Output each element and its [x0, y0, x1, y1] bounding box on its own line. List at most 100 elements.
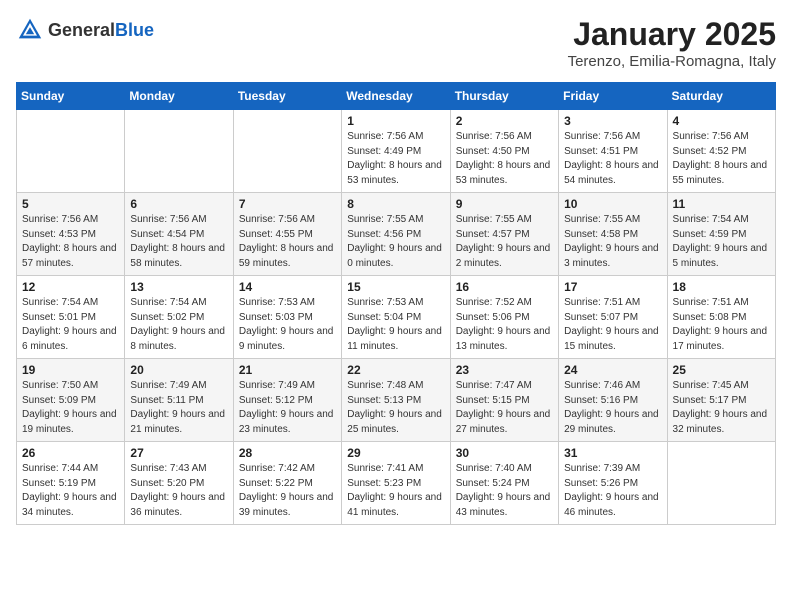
page-header: GeneralBlue January 2025 Terenzo, Emilia…	[16, 16, 776, 70]
calendar-cell: 28 Sunrise: 7:42 AMSunset: 5:22 PMDayligh…	[233, 442, 341, 525]
day-of-week-header: Sunday	[17, 83, 125, 110]
calendar-cell	[125, 110, 233, 193]
day-info: Sunrise: 7:42 AMSunset: 5:22 PMDaylight:…	[239, 462, 336, 520]
day-info: Sunrise: 7:56 AMSunset: 4:51 PMDaylight:…	[564, 130, 661, 188]
calendar-cell: 18 Sunrise: 7:51 AMSunset: 5:08 PMDayligh…	[667, 276, 775, 359]
day-of-week-header: Tuesday	[233, 83, 341, 110]
day-info: Sunrise: 7:53 AMSunset: 5:04 PMDaylight:…	[347, 296, 444, 354]
day-number: 28	[239, 446, 336, 460]
logo-icon	[16, 16, 44, 44]
calendar-subtitle: Terenzo, Emilia-Romagna, Italy	[568, 53, 776, 70]
day-number: 29	[347, 446, 444, 460]
calendar-cell: 16Sunrise: 7:52 AMSunset: 5:06 PMDayligh…	[450, 276, 558, 359]
day-number: 27	[130, 446, 227, 460]
day-info: Sunrise: 7:56 AMSunset: 4:54 PMDaylight:…	[130, 213, 227, 271]
day-info: Sunrise: 7:54 AMSunset: 5:02 PMDaylight:…	[130, 296, 227, 354]
day-number: 7	[239, 197, 336, 211]
calendar-cell: 7 Sunrise: 7:56 AMSunset: 4:55 PMDaylight…	[233, 193, 341, 276]
calendar-cell	[17, 110, 125, 193]
calendar-week-row: 1 Sunrise: 7:56 AMSunset: 4:49 PMDaylight…	[17, 110, 776, 193]
calendar-cell: 3 Sunrise: 7:56 AMSunset: 4:51 PMDaylight…	[559, 110, 667, 193]
day-number: 30	[456, 446, 553, 460]
day-info: Sunrise: 7:56 AMSunset: 4:55 PMDaylight:…	[239, 213, 336, 271]
calendar-cell: 29 Sunrise: 7:41 AMSunset: 5:23 PMDayligh…	[342, 442, 450, 525]
day-number: 8	[347, 197, 444, 211]
day-info: Sunrise: 7:51 AMSunset: 5:07 PMDaylight:…	[564, 296, 661, 354]
day-info: Sunrise: 7:56 AMSunset: 4:52 PMDaylight:…	[673, 130, 770, 188]
day-info: Sunrise: 7:55 AMSunset: 4:57 PMDaylight:…	[456, 213, 553, 271]
calendar-week-row: 12 Sunrise: 7:54 AMSunset: 5:01 PMDayligh…	[17, 276, 776, 359]
day-info: Sunrise: 7:53 AMSunset: 5:03 PMDaylight:…	[239, 296, 336, 354]
day-info: Sunrise: 7:40 AMSunset: 5:24 PMDaylight:…	[456, 462, 553, 520]
day-number: 18	[673, 280, 770, 294]
day-info: Sunrise: 7:46 AMSunset: 5:16 PMDaylight:…	[564, 379, 661, 437]
calendar-cell: 31 Sunrise: 7:39 AMSunset: 5:26 PMDayligh…	[559, 442, 667, 525]
day-info: Sunrise: 7:56 AMSunset: 4:49 PMDaylight:…	[347, 130, 444, 188]
calendar-cell: 2 Sunrise: 7:56 AMSunset: 4:50 PMDaylight…	[450, 110, 558, 193]
calendar-cell	[667, 442, 775, 525]
day-info: Sunrise: 7:43 AMSunset: 5:20 PMDaylight:…	[130, 462, 227, 520]
day-number: 31	[564, 446, 661, 460]
day-number: 9	[456, 197, 553, 211]
day-number: 14	[239, 280, 336, 294]
day-of-week-header: Saturday	[667, 83, 775, 110]
calendar-table: SundayMondayTuesdayWednesdayThursdayFrid…	[16, 82, 776, 525]
day-info: Sunrise: 7:54 AMSunset: 5:01 PMDaylight:…	[22, 296, 119, 354]
calendar-cell: 9 Sunrise: 7:55 AMSunset: 4:57 PMDaylight…	[450, 193, 558, 276]
day-number: 17	[564, 280, 661, 294]
calendar-week-row: 19Sunrise: 7:50 AMSunset: 5:09 PMDayligh…	[17, 359, 776, 442]
day-number: 22	[347, 363, 444, 377]
day-info: Sunrise: 7:50 AMSunset: 5:09 PMDaylight:…	[22, 379, 119, 437]
day-info: Sunrise: 7:45 AMSunset: 5:17 PMDaylight:…	[673, 379, 770, 437]
calendar-cell: 1 Sunrise: 7:56 AMSunset: 4:49 PMDaylight…	[342, 110, 450, 193]
day-info: Sunrise: 7:51 AMSunset: 5:08 PMDaylight:…	[673, 296, 770, 354]
day-info: Sunrise: 7:55 AMSunset: 4:56 PMDaylight:…	[347, 213, 444, 271]
calendar-cell: 24 Sunrise: 7:46 AMSunset: 5:16 PMDayligh…	[559, 359, 667, 442]
day-number: 25	[673, 363, 770, 377]
day-number: 13	[130, 280, 227, 294]
calendar-cell: 22 Sunrise: 7:48 AMSunset: 5:13 PMDayligh…	[342, 359, 450, 442]
logo-text-blue: Blue	[115, 20, 154, 40]
calendar-cell: 5Sunrise: 7:56 AMSunset: 4:53 PMDaylight…	[17, 193, 125, 276]
day-info: Sunrise: 7:55 AMSunset: 4:58 PMDaylight:…	[564, 213, 661, 271]
day-number: 5	[22, 197, 119, 211]
day-info: Sunrise: 7:41 AMSunset: 5:23 PMDaylight:…	[347, 462, 444, 520]
logo-text-general: General	[48, 20, 115, 40]
day-of-week-header: Wednesday	[342, 83, 450, 110]
calendar-cell: 27 Sunrise: 7:43 AMSunset: 5:20 PMDayligh…	[125, 442, 233, 525]
day-info: Sunrise: 7:48 AMSunset: 5:13 PMDaylight:…	[347, 379, 444, 437]
logo: GeneralBlue	[16, 16, 154, 44]
calendar-cell: 10 Sunrise: 7:55 AMSunset: 4:58 PMDayligh…	[559, 193, 667, 276]
calendar-cell: 30 Sunrise: 7:40 AMSunset: 5:24 PMDayligh…	[450, 442, 558, 525]
day-number: 24	[564, 363, 661, 377]
calendar-header-row: SundayMondayTuesdayWednesdayThursdayFrid…	[17, 83, 776, 110]
title-area: January 2025 Terenzo, Emilia-Romagna, It…	[568, 16, 776, 70]
day-number: 12	[22, 280, 119, 294]
day-number: 21	[239, 363, 336, 377]
day-info: Sunrise: 7:49 AMSunset: 5:11 PMDaylight:…	[130, 379, 227, 437]
day-info: Sunrise: 7:56 AMSunset: 4:50 PMDaylight:…	[456, 130, 553, 188]
calendar-cell: 19Sunrise: 7:50 AMSunset: 5:09 PMDayligh…	[17, 359, 125, 442]
day-number: 20	[130, 363, 227, 377]
day-number: 2	[456, 114, 553, 128]
calendar-cell: 8 Sunrise: 7:55 AMSunset: 4:56 PMDaylight…	[342, 193, 450, 276]
calendar-week-row: 26Sunrise: 7:44 AMSunset: 5:19 PMDayligh…	[17, 442, 776, 525]
calendar-cell: 15 Sunrise: 7:53 AMSunset: 5:04 PMDayligh…	[342, 276, 450, 359]
day-number: 10	[564, 197, 661, 211]
calendar-cell: 21Sunrise: 7:49 AMSunset: 5:12 PMDayligh…	[233, 359, 341, 442]
day-number: 1	[347, 114, 444, 128]
calendar-cell: 26Sunrise: 7:44 AMSunset: 5:19 PMDayligh…	[17, 442, 125, 525]
day-info: Sunrise: 7:39 AMSunset: 5:26 PMDaylight:…	[564, 462, 661, 520]
calendar-cell: 17 Sunrise: 7:51 AMSunset: 5:07 PMDayligh…	[559, 276, 667, 359]
calendar-cell: 23Sunrise: 7:47 AMSunset: 5:15 PMDayligh…	[450, 359, 558, 442]
day-number: 3	[564, 114, 661, 128]
day-info: Sunrise: 7:44 AMSunset: 5:19 PMDaylight:…	[22, 462, 119, 520]
day-of-week-header: Thursday	[450, 83, 558, 110]
day-of-week-header: Monday	[125, 83, 233, 110]
calendar-body: 1 Sunrise: 7:56 AMSunset: 4:49 PMDaylight…	[17, 110, 776, 525]
day-number: 23	[456, 363, 553, 377]
day-info: Sunrise: 7:52 AMSunset: 5:06 PMDaylight:…	[456, 296, 553, 354]
day-number: 6	[130, 197, 227, 211]
day-number: 15	[347, 280, 444, 294]
calendar-week-row: 5Sunrise: 7:56 AMSunset: 4:53 PMDaylight…	[17, 193, 776, 276]
